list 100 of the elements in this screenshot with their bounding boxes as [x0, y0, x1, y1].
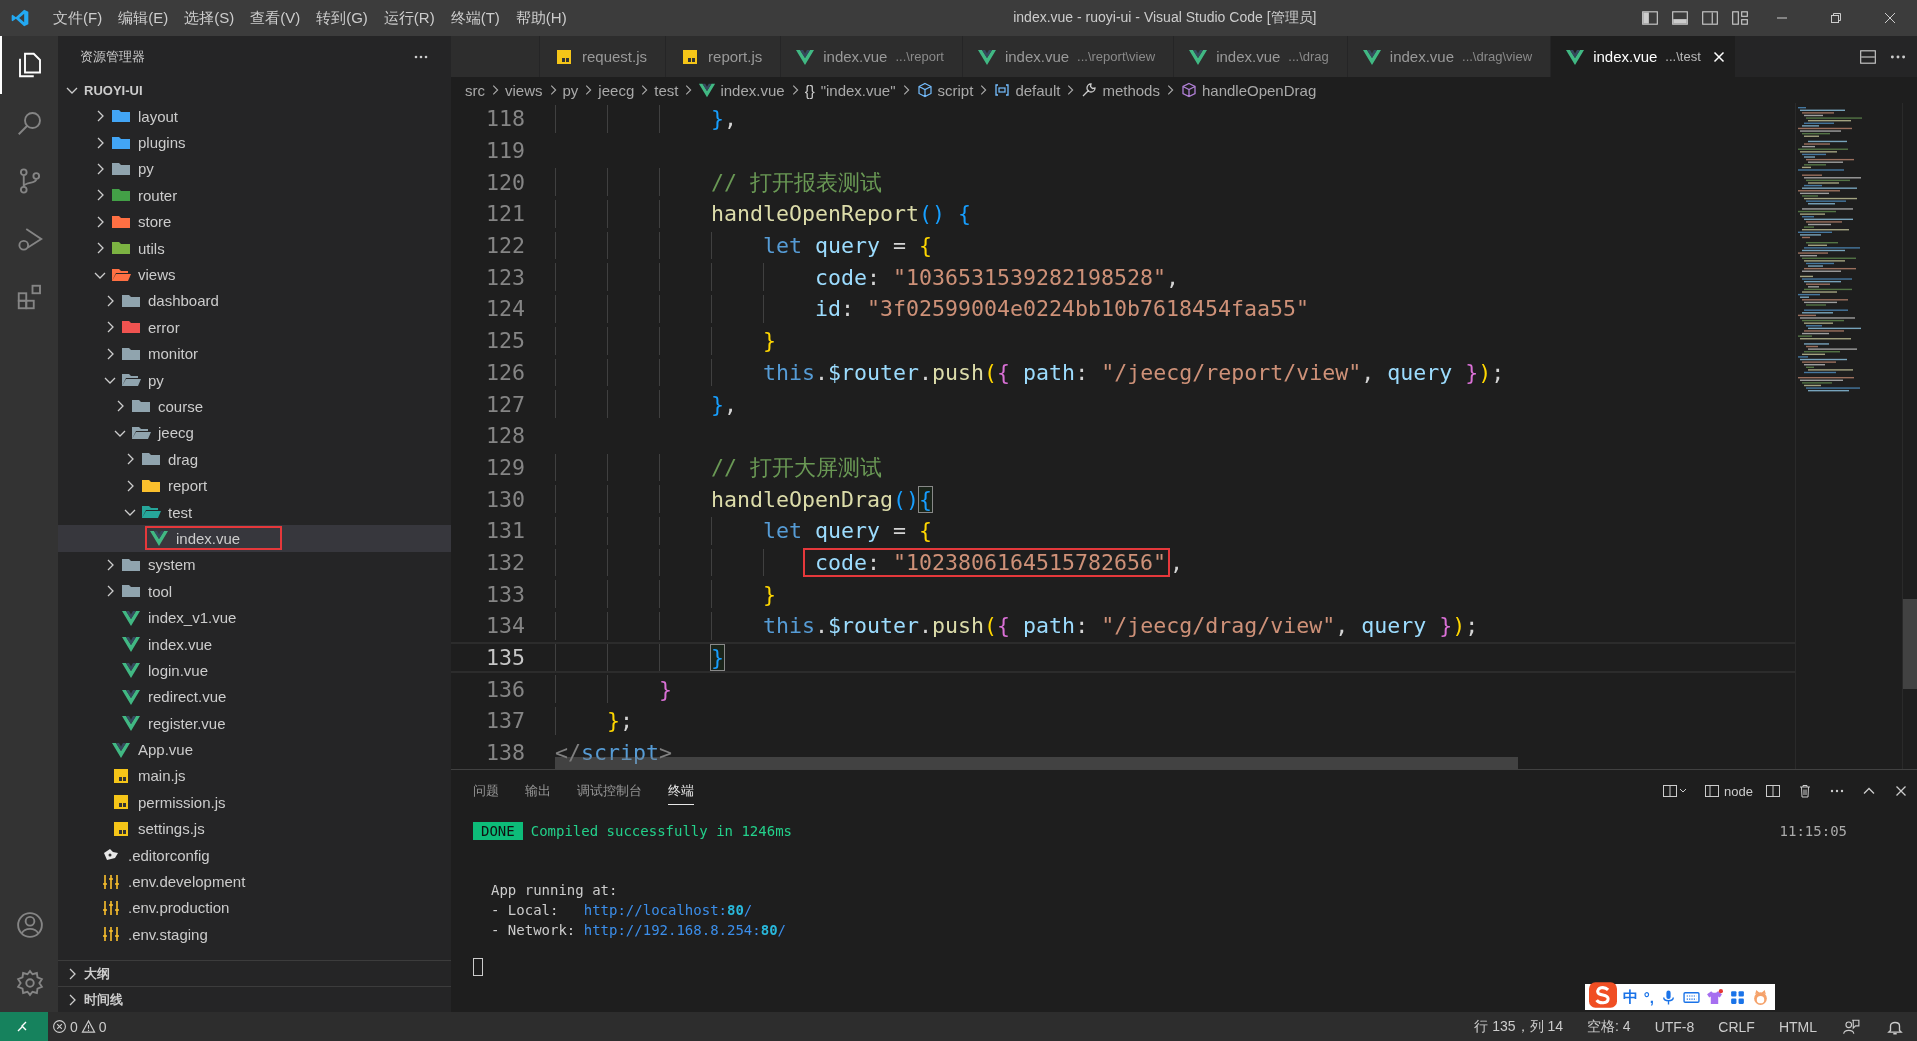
- breadcrumb-item[interactable]: methods: [1102, 81, 1160, 99]
- menu-item[interactable]: 终端(T): [442, 8, 508, 28]
- line-number: 127: [485, 391, 525, 417]
- tree-item[interactable]: .env.development: [128, 873, 246, 890]
- line-number: 129: [485, 454, 525, 480]
- tree-item[interactable]: register.vue: [148, 714, 226, 732]
- tree-item[interactable]: py: [148, 371, 164, 389]
- editor-tab[interactable]: index.vue ...\report\view: [962, 36, 1175, 77]
- editor-tab[interactable]: index.vue ...\drag\view: [1347, 36, 1552, 77]
- status-item[interactable]: 行 135，列 14: [1474, 1017, 1564, 1036]
- trash-icon[interactable]: [1797, 783, 1813, 799]
- status-item[interactable]: CRLF: [1718, 1018, 1755, 1035]
- split-editor-icon[interactable]: [1859, 47, 1877, 66]
- panel-tab[interactable]: 输出: [525, 777, 551, 805]
- microphone-icon[interactable]: [1660, 988, 1677, 1006]
- tree-item[interactable]: py: [138, 160, 154, 178]
- line-number: 124: [485, 296, 525, 322]
- tree-item[interactable]: course: [158, 398, 204, 415]
- tree-item[interactable]: test: [168, 503, 193, 521]
- menu-item[interactable]: 帮助(H): [507, 8, 575, 28]
- url-link[interactable]: http://192.168.8.254:80/: [583, 920, 786, 940]
- js-file-icon: [554, 48, 574, 65]
- panel-toggle-icon[interactable]: [1671, 9, 1689, 27]
- tree-item[interactable]: layout: [138, 107, 179, 125]
- breadcrumb-item[interactable]: index.vue: [720, 81, 785, 99]
- editor-tab[interactable]: index.vue ...\drag: [1174, 36, 1348, 77]
- more-icon[interactable]: [413, 53, 429, 60]
- breadcrumb-item[interactable]: py: [562, 81, 579, 99]
- wrench-icon: [1080, 82, 1099, 98]
- layout-icon[interactable]: [1731, 9, 1749, 27]
- terminal-name[interactable]: node: [1724, 783, 1753, 799]
- tree-item[interactable]: views: [138, 266, 176, 284]
- tree-item[interactable]: router: [138, 186, 178, 204]
- tree-item[interactable]: monitor: [148, 345, 199, 363]
- editor-tab[interactable]: report.js: [666, 36, 782, 77]
- project-name[interactable]: RUOYI-UI: [84, 82, 143, 98]
- tree-item[interactable]: utils: [138, 239, 165, 257]
- split-dropdown-icon[interactable]: [1662, 783, 1689, 799]
- tree-item[interactable]: dashboard: [148, 292, 219, 310]
- terminal-text: - Local:: [491, 901, 560, 920]
- menu-item[interactable]: 选择(S): [176, 8, 243, 28]
- editor-tab[interactable]: index.vue ...\test: [1551, 36, 1736, 77]
- split-layout-icon[interactable]: [1701, 9, 1719, 27]
- section-title[interactable]: 时间线: [84, 990, 123, 1009]
- tree-item[interactable]: index.vue: [148, 635, 213, 653]
- status-item[interactable]: UTF-8: [1654, 1018, 1695, 1035]
- editor-tab[interactable]: index.vue ...\report: [781, 36, 963, 77]
- ime-logo-icon[interactable]: [1588, 982, 1617, 1008]
- sidebar-toggle-icon[interactable]: [1641, 9, 1659, 27]
- tree-item[interactable]: permission.js: [138, 793, 226, 811]
- scrollbar-thumb[interactable]: [1903, 599, 1917, 689]
- tree-item[interactable]: settings.js: [138, 820, 205, 838]
- split-terminal-icon[interactable]: [1765, 783, 1781, 799]
- breadcrumb-item[interactable]: src: [465, 81, 485, 99]
- breadcrumb-item[interactable]: handleOpenDrag: [1201, 81, 1317, 99]
- tree-item[interactable]: main.js: [138, 767, 186, 785]
- tree-item[interactable]: error: [148, 318, 180, 336]
- tree-item[interactable]: login.vue: [148, 661, 209, 679]
- menu-item[interactable]: 文件(F): [45, 8, 111, 28]
- menu-item[interactable]: 运行(R): [375, 8, 443, 28]
- punctuation-mode[interactable]: °,: [1643, 988, 1654, 1006]
- menu-item[interactable]: 编辑(E): [110, 8, 177, 28]
- status-item[interactable]: HTML: [1778, 1018, 1817, 1035]
- panel-tab[interactable]: 问题: [473, 777, 499, 805]
- tree-item[interactable]: system: [148, 556, 196, 574]
- shirt-icon[interactable]: [1706, 988, 1723, 1006]
- tree-item[interactable]: .env.staging: [128, 925, 208, 943]
- panel-tab[interactable]: 终端: [668, 777, 694, 805]
- breadcrumb-item[interactable]: script: [937, 81, 974, 99]
- status-item[interactable]: 空格: 4: [1587, 1017, 1631, 1036]
- tree-item[interactable]: report: [168, 477, 208, 495]
- breadcrumb-item[interactable]: "index.vue": [820, 81, 896, 99]
- menu-item[interactable]: 查看(V): [242, 8, 309, 28]
- tree-item[interactable]: .env.production: [128, 899, 230, 917]
- breadcrumb-item[interactable]: test: [654, 81, 679, 99]
- url-link[interactable]: http://localhost:80/: [583, 900, 753, 920]
- tree-item[interactable]: drag: [168, 450, 199, 468]
- panel-tab[interactable]: 调试控制台: [577, 777, 642, 805]
- tree-item[interactable]: jeecg: [158, 424, 194, 442]
- input-mode[interactable]: 中: [1622, 987, 1638, 1007]
- breadcrumb-item[interactable]: jeecg: [598, 81, 635, 99]
- editor-tab[interactable]: request.js: [540, 36, 667, 77]
- tree-item[interactable]: index_v1.vue: [148, 609, 237, 627]
- js-file-icon: [111, 794, 131, 811]
- breadcrumb-item[interactable]: default: [1015, 81, 1061, 99]
- tree-item[interactable]: App.vue: [138, 741, 194, 759]
- error-count[interactable]: 0: [70, 1018, 78, 1035]
- breadcrumb-item[interactable]: views: [505, 81, 543, 99]
- tree-item[interactable]: redirect.vue: [148, 688, 227, 706]
- grid-icon[interactable]: [1729, 988, 1746, 1006]
- tree-item[interactable]: tool: [148, 582, 173, 600]
- feedback-icon[interactable]: [1842, 1017, 1860, 1036]
- tree-item[interactable]: .editorconfig: [128, 846, 210, 864]
- tree-item[interactable]: plugins: [138, 134, 186, 152]
- menu-item[interactable]: 转到(G): [308, 8, 376, 28]
- restore-icon[interactable]: [1828, 10, 1844, 26]
- section-title[interactable]: 大纲: [84, 964, 110, 983]
- tree-item[interactable]: store: [138, 213, 172, 231]
- warning-count[interactable]: 0: [98, 1018, 107, 1035]
- close-icon[interactable]: [1882, 10, 1898, 26]
